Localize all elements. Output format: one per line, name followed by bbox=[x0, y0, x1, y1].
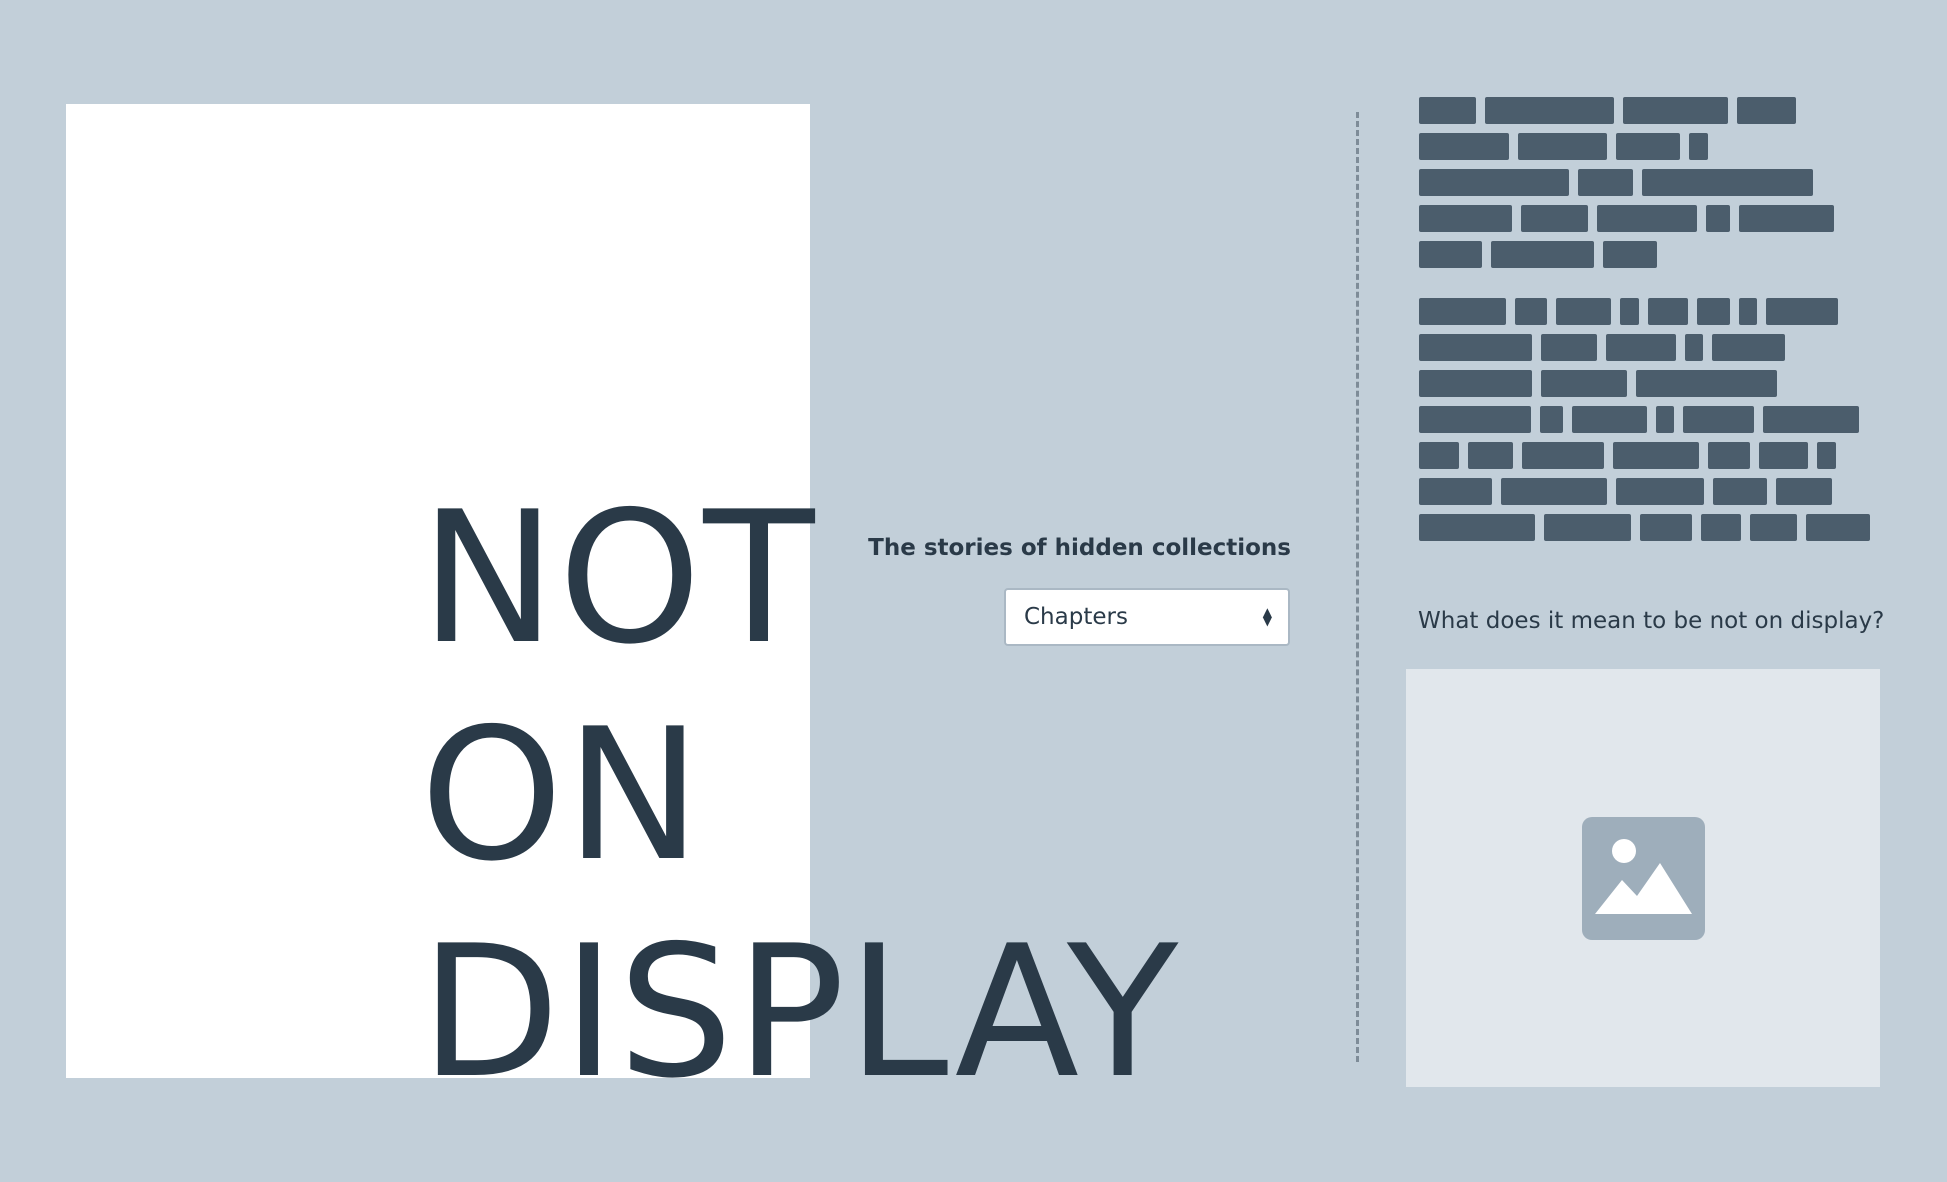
redacted-line bbox=[1419, 406, 1879, 433]
redacted-block bbox=[1739, 298, 1757, 325]
redacted-block bbox=[1540, 406, 1563, 433]
redacted-block bbox=[1419, 133, 1509, 160]
redacted-block bbox=[1739, 205, 1834, 232]
redacted-block bbox=[1708, 442, 1750, 469]
redacted-block bbox=[1749, 514, 1797, 541]
redacted-block bbox=[1518, 133, 1607, 160]
redacted-line bbox=[1419, 442, 1879, 469]
redacted-block bbox=[1491, 241, 1594, 268]
redacted-block bbox=[1419, 514, 1536, 541]
redacted-line bbox=[1419, 169, 1879, 196]
redacted-block bbox=[1737, 97, 1796, 124]
redacted-block bbox=[1712, 334, 1785, 361]
redacted-block bbox=[1556, 298, 1611, 325]
redacted-line bbox=[1419, 334, 1879, 361]
image-placeholder bbox=[1406, 669, 1880, 1087]
redacted-block bbox=[1572, 406, 1647, 433]
redacted-block bbox=[1419, 298, 1506, 325]
redacted-block bbox=[1521, 205, 1588, 232]
redacted-block bbox=[1766, 298, 1838, 325]
redacted-block bbox=[1706, 205, 1730, 232]
redacted-line bbox=[1419, 133, 1879, 160]
question-text: What does it mean to be not on display? bbox=[1418, 608, 1885, 634]
redacted-block bbox=[1763, 406, 1859, 433]
redacted-block bbox=[1805, 514, 1871, 541]
redacted-block bbox=[1648, 298, 1688, 325]
title-line-display: DISPLAY bbox=[420, 906, 1181, 1118]
redacted-block bbox=[1603, 241, 1657, 268]
redacted-block bbox=[1623, 97, 1728, 124]
redacted-block bbox=[1419, 169, 1569, 196]
redacted-block bbox=[1597, 205, 1697, 232]
chapters-select-value: Chapters bbox=[1024, 604, 1128, 630]
title-line-not: NOT bbox=[420, 472, 817, 684]
redacted-line bbox=[1419, 241, 1879, 268]
redacted-block bbox=[1501, 478, 1607, 505]
redacted-line bbox=[1419, 298, 1879, 325]
redacted-block bbox=[1776, 478, 1832, 505]
collections-label: The stories of hidden collections bbox=[868, 535, 1291, 561]
redacted-block bbox=[1515, 298, 1547, 325]
redacted-block bbox=[1616, 478, 1704, 505]
redacted-block bbox=[1656, 406, 1674, 433]
redacted-block bbox=[1541, 334, 1597, 361]
redacted-block bbox=[1419, 442, 1459, 469]
redacted-block bbox=[1639, 514, 1693, 541]
image-placeholder-icon bbox=[1581, 816, 1705, 940]
updown-chevron-icon: ▲ ▼ bbox=[1262, 605, 1272, 628]
redacted-block bbox=[1685, 334, 1703, 361]
redacted-block bbox=[1419, 97, 1476, 124]
redacted-block bbox=[1544, 514, 1631, 541]
column-divider bbox=[1356, 112, 1359, 1062]
redacted-block bbox=[1817, 442, 1836, 469]
redacted-block bbox=[1419, 241, 1482, 268]
redacted-block bbox=[1613, 442, 1699, 469]
redacted-block bbox=[1419, 334, 1532, 361]
chapters-select[interactable]: Chapters ▲ ▼ bbox=[1004, 588, 1290, 646]
redacted-block bbox=[1636, 370, 1777, 397]
redacted-block bbox=[1616, 133, 1680, 160]
redacted-line bbox=[1419, 478, 1879, 505]
redacted-line bbox=[1419, 97, 1879, 124]
redacted-block bbox=[1689, 133, 1708, 160]
redacted-block bbox=[1697, 298, 1730, 325]
redacted-line bbox=[1419, 205, 1879, 232]
redacted-block bbox=[1713, 478, 1767, 505]
title-line-on: ON bbox=[420, 689, 704, 901]
redacted-line bbox=[1419, 370, 1879, 397]
redacted-block bbox=[1419, 478, 1492, 505]
redacted-block bbox=[1468, 442, 1513, 469]
redacted-text bbox=[1419, 97, 1879, 571]
redacted-block bbox=[1578, 169, 1633, 196]
redacted-paragraph bbox=[1419, 298, 1879, 541]
redacted-block bbox=[1419, 406, 1531, 433]
redacted-block bbox=[1541, 370, 1627, 397]
redacted-block bbox=[1620, 298, 1639, 325]
redacted-paragraph bbox=[1419, 97, 1879, 268]
redacted-block bbox=[1419, 205, 1512, 232]
page-title: NOT ON DISPLAY bbox=[420, 470, 1180, 1121]
redacted-line bbox=[1419, 514, 1879, 541]
redacted-block bbox=[1606, 334, 1676, 361]
redacted-block bbox=[1759, 442, 1808, 469]
redacted-block bbox=[1683, 406, 1754, 433]
redacted-block bbox=[1522, 442, 1604, 469]
redacted-block bbox=[1419, 370, 1532, 397]
redacted-block bbox=[1701, 514, 1741, 541]
redacted-block bbox=[1642, 169, 1813, 196]
redacted-block bbox=[1485, 97, 1614, 124]
